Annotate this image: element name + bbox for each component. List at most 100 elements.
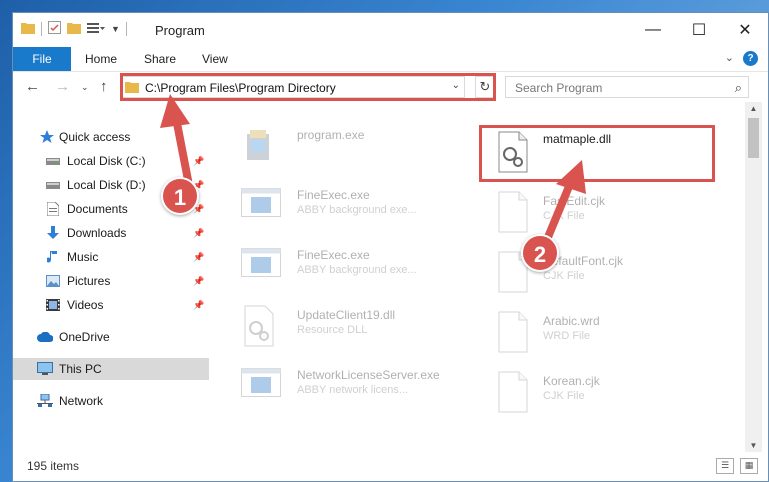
nav-item-label: Videos: [67, 298, 104, 312]
file-highlight-box: [479, 125, 715, 182]
nav-item-label: Local Disk (D:): [67, 178, 146, 192]
blank-file-icon: [495, 370, 531, 414]
chevron-down-icon[interactable]: ⌄: [725, 51, 734, 64]
nav-item-label: Documents: [67, 202, 128, 216]
nav-item-label: Downloads: [67, 226, 127, 240]
status-bar: 195 items ☰ ▦: [13, 452, 768, 481]
tab-file[interactable]: File: [13, 47, 71, 71]
address-row: ← → ⌄ ↑ C:\Program Files\Program Directo…: [13, 72, 768, 102]
chevron-down-icon[interactable]: ▼: [111, 24, 120, 34]
nav-item-this-pc[interactable]: This PC: [13, 358, 209, 380]
forward-arrow-icon[interactable]: →: [55, 78, 70, 95]
file-description: ABBY background exe...: [297, 204, 417, 216]
file-item-arabic-wrd[interactable]: Arabic.wrd WRD File: [495, 308, 735, 358]
nav-item-videos[interactable]: Videos 📌: [13, 294, 209, 316]
minimize-icon: —: [645, 21, 661, 38]
pin-icon[interactable]: 📌: [193, 156, 204, 167]
nav-item-label: Local Disk (C:): [67, 154, 146, 168]
application-icon: [241, 364, 281, 408]
file-name: Arabic.wrd: [543, 314, 600, 328]
file-description: Resource DLL: [297, 324, 368, 336]
quick-access-toolbar: ▼: [21, 21, 127, 37]
up-arrow-icon[interactable]: ↑: [100, 78, 108, 95]
vertical-scrollbar[interactable]: ▲ ▼: [745, 102, 762, 452]
file-item-fineexec-1[interactable]: FineExec.exe ABBY background exe...: [241, 182, 481, 232]
documents-icon: [45, 201, 61, 217]
nav-item-label: This PC: [59, 362, 102, 376]
file-item-korean-cjk[interactable]: Korean.cjk CJK File: [495, 368, 735, 418]
maximize-icon: ☐: [691, 22, 707, 39]
pin-icon[interactable]: 📌: [193, 252, 204, 263]
pin-icon[interactable]: 📌: [193, 228, 204, 239]
file-name: NetworkLicenseServer.exe: [297, 368, 440, 382]
search-box[interactable]: Search Program ⌕: [505, 76, 749, 98]
videos-icon: [45, 297, 61, 313]
file-name: program.exe: [297, 128, 365, 142]
file-description: CJK File: [543, 210, 585, 222]
pin-icon[interactable]: 📌: [193, 300, 204, 311]
computer-icon: [37, 361, 53, 377]
file-name: UpdateClient19.dll: [297, 308, 396, 322]
file-description: ABBY network licens...: [297, 384, 409, 396]
recent-locations-icon[interactable]: ⌄: [81, 82, 89, 93]
nav-item-onedrive[interactable]: OneDrive: [13, 326, 209, 348]
large-icons-view-icon[interactable]: ▦: [740, 458, 758, 474]
tab-view[interactable]: View: [202, 47, 228, 71]
nav-item-label: Music: [67, 250, 99, 264]
explorer-window: ▼ Program — ☐ ✕ File Home Share View ⌄ ?…: [12, 12, 769, 482]
nav-item-pictures[interactable]: Pictures 📌: [13, 270, 209, 292]
file-item-networklicenseserver[interactable]: NetworkLicenseServer.exe ABBY network li…: [241, 362, 481, 412]
file-item-program-exe[interactable]: program.exe: [241, 122, 481, 172]
nav-item-network[interactable]: Network: [13, 390, 209, 412]
address-highlight-box: [120, 73, 496, 101]
toolbar-divider: [125, 22, 127, 36]
scroll-thumb[interactable]: [748, 118, 759, 158]
download-icon: [45, 225, 61, 241]
help-icon[interactable]: ?: [743, 51, 758, 66]
item-count: 195 items: [27, 459, 80, 473]
scroll-up-icon[interactable]: ▲: [745, 104, 762, 113]
callout-step-1: 1: [161, 177, 199, 215]
toolbar-divider: [41, 22, 42, 36]
nav-item-label: Pictures: [67, 274, 111, 288]
star-icon: [39, 129, 55, 145]
properties-icon[interactable]: [48, 21, 61, 37]
dll-gear-icon: [241, 304, 277, 348]
file-item-updateclient19[interactable]: UpdateClient19.dll Resource DLL: [241, 302, 481, 352]
file-list: program.exe FineExec.exe ABBY background…: [209, 102, 745, 452]
folder-icon: [21, 22, 35, 37]
close-icon: ✕: [738, 22, 752, 39]
customize-toolbar-icon[interactable]: [87, 22, 105, 37]
file-name: FineExec.exe: [297, 188, 370, 202]
tab-home[interactable]: Home: [85, 47, 117, 71]
nav-item-downloads[interactable]: Downloads 📌: [13, 222, 209, 244]
minimize-button[interactable]: —: [630, 13, 676, 47]
file-item-fastedit-cjk[interactable]: FastEdit.cjk CJK File: [495, 188, 735, 238]
drive-icon: [45, 153, 61, 169]
new-folder-icon[interactable]: [67, 22, 81, 37]
file-description: CJK File: [543, 270, 585, 282]
nav-item-quick-access[interactable]: Quick access: [13, 126, 209, 148]
close-button[interactable]: ✕: [722, 13, 768, 47]
view-switcher: ☰ ▦: [716, 458, 758, 474]
back-arrow-icon[interactable]: ←: [25, 78, 40, 95]
file-name: Korean.cjk: [543, 374, 600, 388]
maximize-button[interactable]: ☐: [676, 13, 722, 47]
nav-item-local-disk-c[interactable]: Local Disk (C:) 📌: [13, 150, 209, 172]
cloud-icon: [37, 329, 53, 345]
nav-item-label: Quick access: [59, 130, 131, 144]
search-input[interactable]: Search Program: [515, 81, 602, 95]
nav-item-music[interactable]: Music 📌: [13, 246, 209, 268]
music-icon: [45, 249, 61, 265]
nav-item-label: Network: [59, 394, 104, 408]
file-item-fineexec-2[interactable]: FineExec.exe ABBY background exe...: [241, 242, 481, 292]
scroll-down-icon[interactable]: ▼: [745, 441, 762, 450]
installer-icon: [241, 124, 277, 168]
window-title: Program: [155, 23, 205, 38]
nav-item-label: OneDrive: [59, 330, 110, 344]
tab-share[interactable]: Share: [144, 47, 176, 71]
blank-file-icon: [495, 190, 531, 234]
pin-icon[interactable]: 📌: [193, 276, 204, 287]
details-view-icon[interactable]: ☰: [716, 458, 734, 474]
drive-icon: [45, 177, 61, 193]
